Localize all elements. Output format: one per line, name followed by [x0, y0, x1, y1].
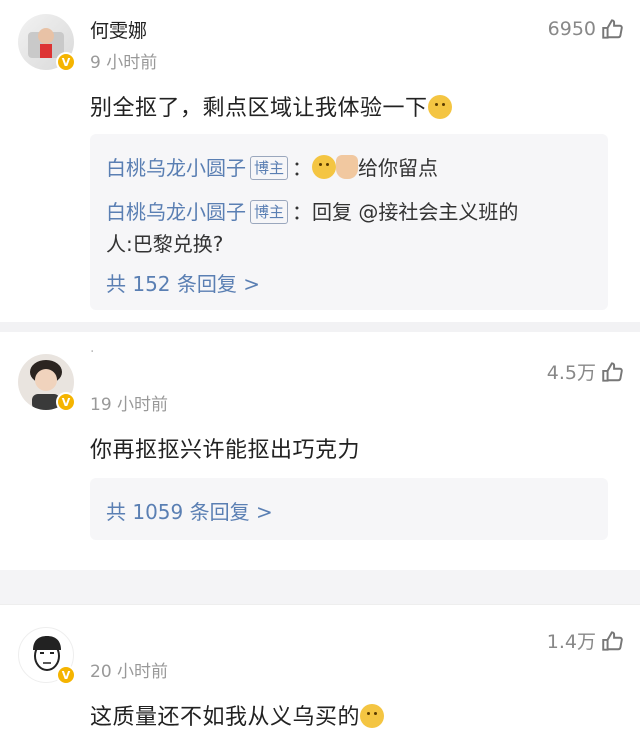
comment-text: 别全抠了，剩点区域让我体验一下: [90, 90, 452, 122]
timestamp: 9 小时前: [90, 53, 158, 73]
divider: [0, 570, 640, 604]
comment-text: 你再抠抠兴许能抠出巧克力: [90, 438, 361, 463]
avatar[interactable]: V: [18, 627, 76, 685]
username[interactable]: ·: [90, 344, 94, 360]
divider: [0, 322, 640, 332]
like-button[interactable]: 1.4万: [547, 627, 626, 654]
like-button[interactable]: 4.5万: [547, 358, 626, 385]
reply-text: 给你留点: [358, 156, 439, 180]
verified-v-icon: V: [56, 52, 76, 72]
verified-v-icon: V: [56, 392, 76, 412]
doge-emoji-icon: [360, 704, 385, 728]
reply-box[interactable]: 共 1059 条回复 >: [90, 478, 608, 540]
timestamp: 19 小时前: [90, 395, 169, 415]
reply-author[interactable]: 白桃乌龙小圆子: [106, 156, 246, 180]
like-count: 1.4万: [546, 631, 596, 653]
doge-emoji-icon: [312, 155, 337, 179]
thumbs-up-icon: [602, 19, 623, 39]
verified-v-icon: V: [56, 665, 76, 685]
doge-emoji-icon: [427, 95, 452, 119]
victory-hand-icon: [336, 155, 359, 179]
thumbs-up-icon: [602, 361, 623, 382]
like-count: 4.5万: [546, 362, 596, 384]
like-count: 6950: [547, 18, 596, 40]
author-tag: 博主: [250, 200, 289, 224]
reply-2-continued: 人:巴黎兑换?: [106, 232, 224, 256]
reply-1: 白桃乌龙小圆子 博主：给你留点: [106, 155, 439, 180]
comment-text: 这质量还不如我从义乌买的: [90, 699, 385, 731]
reply-author[interactable]: 白桃乌龙小圆子: [106, 200, 246, 224]
timestamp: 20 小时前: [90, 662, 169, 682]
like-button[interactable]: 6950: [548, 16, 626, 42]
thumbs-up-icon: [602, 630, 623, 651]
reply-box[interactable]: 白桃乌龙小圆子 博主：给你留点 白桃乌龙小圆子 博主 ：回复 @接社会主义班的 人:巴…: [90, 134, 608, 310]
view-replies-link[interactable]: 共 152 条回复 >: [106, 268, 260, 297]
view-replies-link[interactable]: 共 1059 条回复 >: [106, 496, 273, 525]
avatar[interactable]: V: [18, 14, 76, 72]
avatar[interactable]: V: [18, 354, 76, 412]
reply-text: 回复 @接社会主义班的: [312, 200, 519, 224]
comment-1: V 何雯娜 9 小时前 6950 别全抠了，剩点区域让我体验一下 白桃乌龙小圆子…: [0, 0, 640, 322]
comment-3: V 1.4万 20 小时前 这质量还不如我从义乌买的: [0, 604, 640, 730]
author-tag: 博主: [250, 156, 289, 180]
reply-2: 白桃乌龙小圆子 博主 ：回复 @接社会主义班的: [106, 200, 519, 224]
username[interactable]: 何雯娜: [90, 16, 147, 43]
comment-2: V · 4.5万 19 小时前 你再抠抠兴许能抠出巧克力 共 1059 条回复 …: [0, 332, 640, 570]
